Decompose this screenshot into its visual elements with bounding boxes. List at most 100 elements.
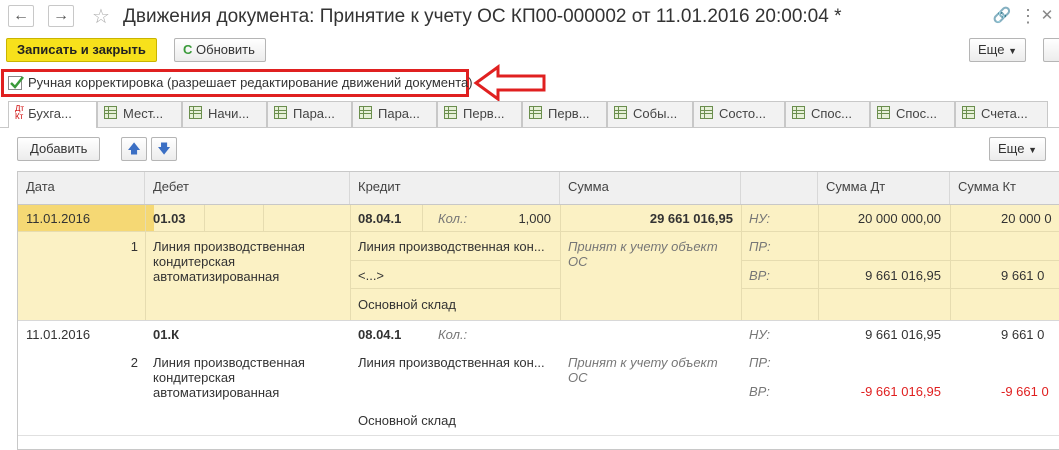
divider	[950, 205, 951, 320]
tab-label: Пара...	[293, 106, 335, 121]
arrow-up-icon: 🡅	[127, 141, 141, 156]
tab-register-2[interactable]: Мест...	[97, 101, 182, 127]
tab-label: Бухга...	[28, 106, 72, 121]
tab-accounting[interactable]: Дт Кт Бухга...	[8, 101, 97, 128]
credit-subconto-3[interactable]: Основной склад	[358, 297, 456, 312]
tab-register-8[interactable]: Собы...	[607, 101, 693, 127]
entries-table: Дата Дебет Кредит Сумма Сумма Дт Сумма К…	[17, 171, 1059, 450]
tab-register-9[interactable]: Состо...	[693, 101, 785, 127]
table-more-button[interactable]: Еще ▼	[989, 137, 1046, 161]
row-date[interactable]: 11.01.2016	[26, 327, 90, 342]
divider	[350, 288, 560, 289]
col-date[interactable]: Дата	[18, 172, 145, 204]
divider	[263, 205, 264, 231]
nu-sum-dt[interactable]: 9 661 016,95	[818, 327, 941, 342]
row-sum[interactable]: 29 661 016,95	[578, 211, 733, 226]
table-icon	[700, 106, 713, 119]
manual-correction-label: Ручная корректировка (разрешает редактир…	[28, 75, 473, 90]
arrow-right-icon: →	[53, 7, 69, 24]
vr-sum-kt[interactable]: 9 661 0	[1001, 268, 1044, 283]
tab-label: Начи...	[208, 106, 250, 121]
nu-label: НУ:	[749, 327, 771, 342]
tab-register-6[interactable]: Перв...	[437, 101, 522, 127]
tab-label: Перв...	[548, 106, 590, 121]
manual-correction-checkbox[interactable]	[8, 76, 24, 90]
tab-register-11[interactable]: Спос...	[870, 101, 955, 127]
divider	[145, 205, 146, 320]
chevron-down-icon: ▼	[1008, 46, 1017, 56]
col-sum-kt[interactable]: Сумма Кт	[950, 172, 1059, 204]
divider	[350, 260, 560, 261]
vr-sum-kt[interactable]: -9 661 0	[1001, 384, 1049, 399]
col-blank[interactable]	[741, 172, 818, 204]
tab-register-5[interactable]: Пара...	[352, 101, 437, 127]
chevron-down-icon: ▼	[1028, 145, 1037, 155]
table-icon	[792, 106, 805, 119]
credit-subconto-1[interactable]: Линия производственная кон...	[358, 239, 545, 254]
tab-register-12[interactable]: Счета...	[955, 101, 1048, 127]
credit-subconto-1[interactable]: Линия производственная кон...	[358, 355, 545, 370]
tab-label: Состо...	[719, 106, 766, 121]
debet-subconto[interactable]: Линия производственная кондитерская авто…	[153, 355, 343, 400]
nu-sum-dt[interactable]: 20 000 000,00	[818, 211, 941, 226]
col-sum-dt[interactable]: Сумма Дт	[818, 172, 950, 204]
divider	[204, 205, 205, 231]
move-down-button[interactable]: 🡇	[151, 137, 177, 161]
row-number: 2	[130, 355, 138, 370]
save-close-button[interactable]: Записать и закрыть	[6, 38, 157, 62]
tab-register-3[interactable]: Начи...	[182, 101, 267, 127]
more-button[interactable]: Еще ▼	[969, 38, 1026, 62]
credit-account[interactable]: 08.04.1	[358, 211, 401, 226]
nu-label: НУ:	[749, 211, 771, 226]
add-button[interactable]: Добавить	[17, 137, 101, 161]
nu-sum-kt[interactable]: 9 661 0	[1001, 327, 1044, 342]
link-icon[interactable]: 🔗	[991, 5, 1013, 27]
tab-register-4[interactable]: Пара...	[267, 101, 352, 127]
debet-subconto[interactable]: Линия производственная кондитерская авто…	[153, 239, 343, 284]
tab-label: Собы...	[633, 106, 678, 121]
divider	[18, 435, 1059, 436]
pr-label: ПР:	[749, 239, 771, 254]
table-icon	[189, 106, 202, 119]
credit-subconto-2[interactable]: <...>	[358, 268, 384, 283]
star-icon[interactable]: ☆	[92, 4, 110, 29]
col-debet[interactable]: Дебет	[145, 172, 350, 204]
tab-label: Счета...	[981, 106, 1028, 121]
tab-label: Пара...	[378, 106, 420, 121]
vr-sum-dt[interactable]: 9 661 016,95	[818, 268, 941, 283]
debet-account[interactable]: 01.03	[153, 211, 186, 226]
refresh-button[interactable]: C Обновить	[174, 38, 266, 62]
refresh-label: Обновить	[196, 42, 255, 57]
table-icon	[104, 106, 117, 119]
col-credit[interactable]: Кредит	[350, 172, 560, 204]
close-icon[interactable]: ✕	[1036, 5, 1058, 27]
row-date[interactable]: 11.01.2016	[26, 211, 90, 226]
credit-account[interactable]: 08.04.1	[358, 327, 401, 342]
tab-label: Мест...	[123, 106, 164, 121]
table-header: Дата Дебет Кредит Сумма Сумма Дт Сумма К…	[18, 172, 1059, 205]
row-content[interactable]: Принят к учету объект ОС	[568, 355, 728, 385]
tab-label: Спос...	[896, 106, 937, 121]
divider	[18, 320, 1059, 321]
tab-label: Спос...	[811, 106, 852, 121]
vr-label: ВР:	[749, 384, 770, 399]
move-up-button[interactable]: 🡅	[121, 137, 147, 161]
tab-register-10[interactable]: Спос...	[785, 101, 870, 127]
credit-subconto-3[interactable]: Основной склад	[358, 413, 456, 428]
qty-value[interactable]: 1,000	[488, 211, 551, 226]
refresh-icon: C	[183, 42, 193, 57]
col-sum[interactable]: Сумма	[560, 172, 741, 204]
nu-sum-kt[interactable]: 20 000 0	[1001, 211, 1052, 226]
debet-account[interactable]: 01.К	[153, 327, 179, 342]
help-button[interactable]	[1043, 38, 1059, 62]
qty-label: Кол.:	[438, 327, 468, 342]
manual-correction-highlight: Ручная корректировка (разрешает редактир…	[1, 69, 473, 97]
divider	[741, 260, 1059, 261]
vr-sum-dt[interactable]: -9 661 016,95	[818, 384, 941, 399]
row-content[interactable]: Принят к учету объект ОС	[568, 239, 728, 269]
checkmark-icon	[10, 76, 24, 89]
table-icon	[359, 106, 372, 119]
forward-button[interactable]: →	[48, 5, 74, 27]
tab-register-7[interactable]: Перв...	[522, 101, 607, 127]
back-button[interactable]: ←	[8, 5, 34, 27]
